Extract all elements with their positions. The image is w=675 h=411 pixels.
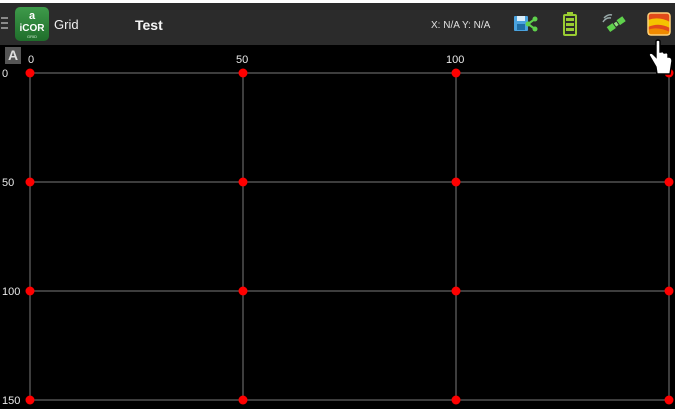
y-tick-label: 150 bbox=[2, 395, 20, 407]
grid-points bbox=[25, 68, 674, 405]
x-tick-label: 100 bbox=[446, 54, 464, 66]
grid-node-point[interactable] bbox=[664, 286, 674, 296]
grid-node-point[interactable] bbox=[25, 177, 35, 187]
grid-node-point[interactable] bbox=[25, 395, 35, 405]
grid-node-point[interactable] bbox=[238, 395, 248, 405]
grid-node-point[interactable] bbox=[238, 68, 248, 78]
grid-node-point[interactable] bbox=[25, 68, 35, 78]
hand-cursor-icon bbox=[648, 39, 673, 75]
grid-node-point[interactable] bbox=[451, 395, 461, 405]
y-tick-label: 100 bbox=[2, 286, 20, 298]
grid-node-point[interactable] bbox=[451, 286, 461, 296]
y-tick-label: 0 bbox=[2, 68, 8, 80]
grid-node-point[interactable] bbox=[664, 395, 674, 405]
grid-canvas[interactable]: 0 50 100 0 50 100 150 bbox=[0, 3, 675, 409]
grid-node-point[interactable] bbox=[664, 177, 674, 187]
x-tick-label: 50 bbox=[236, 54, 248, 66]
y-tick-label: 50 bbox=[2, 177, 14, 189]
grid-node-point[interactable] bbox=[238, 177, 248, 187]
x-tick-label: 0 bbox=[28, 54, 34, 66]
grid-lines bbox=[29, 72, 670, 401]
grid-node-point[interactable] bbox=[238, 286, 248, 296]
app-screen: a iCOR GRID Grid Test X: N/A Y: N/A A 0 … bbox=[0, 3, 675, 409]
grid-node-point[interactable] bbox=[25, 286, 35, 296]
grid-node-point[interactable] bbox=[451, 177, 461, 187]
grid-node-point[interactable] bbox=[451, 68, 461, 78]
